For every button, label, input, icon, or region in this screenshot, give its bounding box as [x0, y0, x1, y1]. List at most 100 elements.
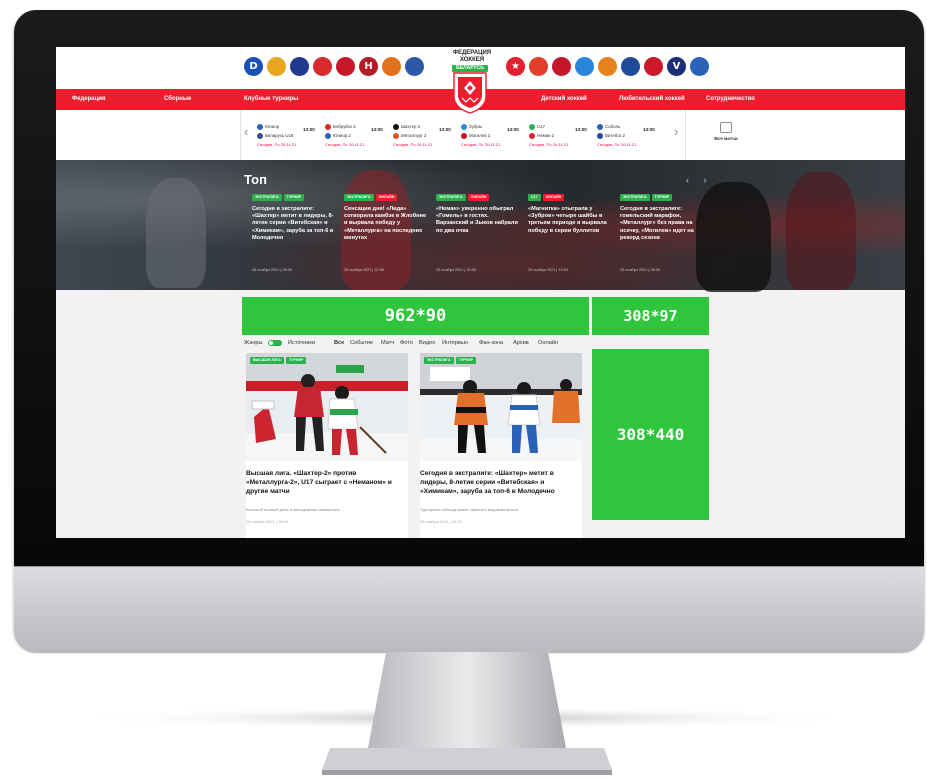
ad-banner-wide[interactable]: 962*90 — [242, 297, 589, 335]
news-title[interactable]: Сегодня в экстралиге: «Шахтер» метит в л… — [420, 469, 580, 496]
team-logo-icon — [529, 132, 535, 139]
hockey-photo-image — [420, 353, 582, 461]
news-tag[interactable]: ВЫСШАЯ ЛИГА — [250, 357, 285, 364]
club-logo-icon[interactable] — [405, 57, 424, 76]
filter-event[interactable]: Событие — [350, 337, 373, 349]
top-card-headline[interactable]: Сегодня в экстралиге: гомельский марафон… — [620, 206, 706, 264]
club-logo-icon[interactable] — [336, 57, 355, 76]
club-logo-icon[interactable] — [621, 57, 640, 76]
team-name: Зубры — [469, 124, 483, 129]
filter-online[interactable]: Онлайн — [538, 337, 558, 349]
game-item[interactable]: Юниор Беларусь U18 13:00 Сегодня, Пт, 26.11… — [257, 122, 323, 152]
nav-item-amateur-hockey[interactable]: Любительский хоккей — [619, 89, 685, 110]
filter-video[interactable]: Видео — [419, 337, 435, 349]
top-card-date: 26 ноября 2021 | 08:00 — [252, 268, 292, 272]
top-card-headline[interactable]: Сегодня в экстралиге: «Шахтер» метит в л… — [252, 206, 338, 264]
game-item[interactable]: Бобруйск 2 Юниор 2 13:00 Сегодня, Пт, 26.11… — [325, 122, 391, 152]
top-news-card[interactable]: ЭКСТРАЛИГА ТУРНИР Сегодня в экстралиге: го… — [620, 194, 706, 280]
game-item[interactable]: Зубры Могилев 2 13:00 Сегодня, Пт, 26.11.21 — [461, 122, 527, 152]
filter-fan-zone[interactable]: Фан-зона — [479, 337, 503, 349]
team-logo-icon — [257, 132, 263, 139]
club-logos-left: DH — [244, 57, 424, 83]
game-item[interactable]: Шахтер 2 Металлург 2 13:00 Сегодня, Пт, 26.… — [393, 122, 459, 152]
news-photo[interactable]: ЭКСТРАЛИГА ТУРНИР — [420, 353, 582, 461]
top-card-tag[interactable]: ТУРНИР — [283, 194, 305, 201]
club-logo-icon[interactable] — [529, 57, 548, 76]
team-name: Беларусь U18 — [265, 133, 294, 138]
news-title[interactable]: Высшая лига. «Шахтер-2» против «Металлур… — [246, 469, 406, 496]
news-tag[interactable]: ТУРНИР — [286, 357, 307, 364]
top-card-tag[interactable]: ОНЛАЙН — [542, 194, 565, 201]
calendar-icon — [720, 122, 732, 133]
club-logo-icon[interactable] — [598, 57, 617, 76]
club-logo-icon[interactable] — [690, 57, 709, 76]
top-carousel-arrows-icon[interactable]: ‹ › — [686, 175, 713, 185]
ad-banner-small[interactable]: 308*97 — [592, 297, 709, 335]
top-card-tag[interactable]: ОНЛАЙН — [467, 194, 490, 201]
game-item[interactable]: U17 Неман 2 13:00 Сегодня, Пт, 26.11.21 — [529, 122, 595, 152]
team-logo-icon — [325, 132, 331, 139]
news-tag[interactable]: ЭКСТРАЛИГА — [424, 357, 454, 364]
games-next-arrow-icon[interactable]: › — [674, 124, 678, 139]
all-matches-button[interactable]: Все матчи — [706, 122, 746, 141]
games-prev-arrow-icon[interactable]: ‹ — [244, 124, 248, 139]
club-logo-icon[interactable]: ★ — [506, 57, 525, 76]
news-card[interactable]: ВЫСШАЯ ЛИГА ТУРНИР Высшая лига. «Шахтер-… — [246, 353, 408, 538]
game-date: Сегодня, Пт, 26.11.21 — [393, 142, 433, 147]
filter-photo[interactable]: Фото — [400, 337, 413, 349]
top-card-headline[interactable]: Сенсация дня! «Лида» сотворила камбэк в … — [344, 206, 430, 264]
top-card-tag[interactable]: ОНЛАЙН — [375, 194, 398, 201]
website-screen: DH ФЕДЕРАЦИЯ ХОККЕЯ ★ V Федерация Сборные… — [56, 47, 905, 538]
news-photo[interactable]: ВЫСШАЯ ЛИГА ТУРНИР — [246, 353, 408, 461]
top-card-headline[interactable]: «Неман» уверенно обыграл «Гомель» в гост… — [436, 206, 522, 264]
game-date: Сегодня, Пт, 26.11.21 — [461, 142, 501, 147]
club-logo-icon[interactable] — [382, 57, 401, 76]
top-card-tag[interactable]: ЭКСТРАЛИГА — [252, 194, 282, 201]
top-card-tag[interactable]: ЭКСТРАЛИГА — [344, 194, 374, 201]
top-card-tag[interactable]: ТУРНИР — [651, 194, 673, 201]
hero-photo-player — [696, 182, 771, 292]
game-date: Сегодня, Пт, 26.11.21 — [325, 142, 365, 147]
club-logo-icon[interactable] — [267, 57, 286, 76]
top-news-card[interactable]: ЭКСТРАЛИГА ОНЛАЙН Сенсация дня! «Лида» сот… — [344, 194, 430, 280]
nav-item-federation[interactable]: Федерация — [72, 89, 105, 110]
ad-banner-tall[interactable]: 308*440 — [592, 349, 709, 520]
news-card[interactable]: ЭКСТРАЛИГА ТУРНИР Сегодня в экстралиге: … — [420, 353, 582, 538]
club-logo-icon[interactable] — [644, 57, 663, 76]
news-description: Большой игровой день в молодежном чемпио… — [246, 507, 340, 512]
news-tag[interactable]: ТУРНИР — [455, 357, 477, 364]
top-news-card[interactable]: ЭКСТРАЛИГА ТУРНИР Сегодня в экстралиге: «Ш… — [252, 194, 338, 280]
filter-interview[interactable]: Интервью — [442, 337, 468, 349]
news-tags: ВЫСШАЯ ЛИГА ТУРНИР — [250, 357, 307, 364]
hero-photo-player — [146, 178, 206, 288]
genres-sources-toggle[interactable] — [268, 340, 282, 346]
nav-item-national-teams[interactable]: Сборные — [164, 89, 191, 110]
nav-item-cooperation[interactable]: Сотрудничество — [706, 89, 755, 110]
filter-match[interactable]: Матч — [381, 337, 394, 349]
filter-all[interactable]: Все — [334, 337, 344, 349]
club-logo-icon[interactable]: V — [667, 57, 686, 76]
top-news-card[interactable]: U17 ОНЛАЙН «Магнитка» отыграла у «Зубров» … — [528, 194, 614, 280]
federation-logo[interactable]: БЕЛАРУСЬ — [452, 65, 488, 115]
top-card-tag[interactable]: ЭКСТРАЛИГА — [436, 194, 466, 201]
monitor-chin — [14, 566, 924, 653]
club-logo-icon[interactable] — [313, 57, 332, 76]
filter-archive[interactable]: Архив — [513, 337, 529, 349]
club-logo-icon[interactable] — [552, 57, 571, 76]
nav-item-club-tournaments[interactable]: Клубные турниры — [244, 89, 298, 110]
top-news-card[interactable]: ЭКСТРАЛИГА ОНЛАЙН «Неман» уверенно обыграл… — [436, 194, 522, 280]
club-logo-icon[interactable] — [290, 57, 309, 76]
team-name: Витебск 2 — [605, 133, 625, 138]
game-item[interactable]: Соболь Витебск 2 13:00 Сегодня, Пт, 26.11.2… — [597, 122, 663, 152]
federation-badge-text: БЕЛАРУСЬ — [452, 65, 488, 72]
club-logo-icon[interactable]: D — [244, 57, 263, 76]
team-logo-icon — [597, 132, 603, 139]
club-logo-icon[interactable]: H — [359, 57, 378, 76]
club-logo-icon[interactable] — [575, 57, 594, 76]
top-card-date: 25 ноября 2021 | 08:00 — [620, 268, 660, 272]
team-name: Могилев 2 — [469, 133, 491, 138]
top-card-tag[interactable]: ЭКСТРАЛИГА — [620, 194, 650, 201]
top-card-headline[interactable]: «Магнитка» отыграла у «Зубров» четыре ша… — [528, 206, 614, 264]
top-card-tag[interactable]: U17 — [528, 194, 541, 201]
nav-item-youth-hockey[interactable]: Детский хоккей — [541, 89, 587, 110]
